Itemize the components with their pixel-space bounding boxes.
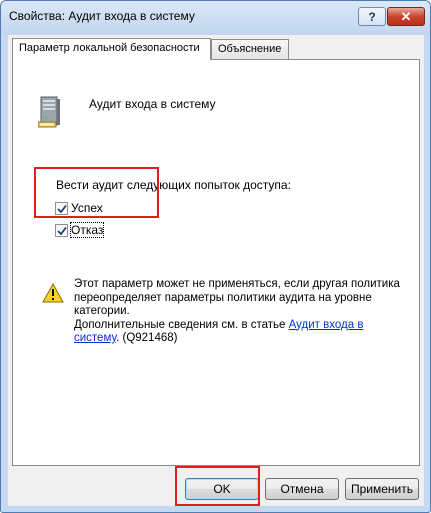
help-button[interactable]: ? xyxy=(358,7,386,26)
highlight-checkboxes xyxy=(34,167,159,218)
server-icon xyxy=(38,96,60,128)
checkmark-icon xyxy=(57,226,67,235)
kb-reference: . (Q921468) xyxy=(116,332,178,344)
policy-name: Аудит входа в систему xyxy=(89,97,216,111)
dialog-client: Параметр локальной безопасности Объяснен… xyxy=(8,35,424,506)
apply-button[interactable]: Применить xyxy=(345,478,419,500)
failure-checkbox[interactable] xyxy=(55,223,68,237)
help-icon: ? xyxy=(368,9,376,24)
failure-checkbox-row[interactable]: Отказ xyxy=(55,222,105,238)
warning-message: Этот параметр может не применяться, если… xyxy=(74,278,400,317)
tab-local-security-setting[interactable]: Параметр локальной безопасности xyxy=(12,38,211,60)
close-button[interactable]: ✕ xyxy=(387,7,425,26)
properties-dialog: Свойства: Аудит входа в систему ? ✕ Пара… xyxy=(0,0,431,513)
failure-label[interactable]: Отказ xyxy=(69,222,105,238)
cancel-button[interactable]: Отмена xyxy=(265,478,339,500)
warning-text: Этот параметр может не применяться, если… xyxy=(74,278,404,346)
close-icon: ✕ xyxy=(400,8,412,24)
tab-panel: Аудит входа в систему Вести аудит следую… xyxy=(12,59,420,466)
more-info-prefix: Дополнительные сведения см. в статье xyxy=(74,318,289,331)
title-bar[interactable]: Свойства: Аудит входа в систему ? ✕ xyxy=(1,1,430,35)
tab-explain[interactable]: Объяснение xyxy=(211,39,289,59)
highlight-ok-button xyxy=(175,466,260,506)
dialog-title: Свойства: Аудит входа в систему xyxy=(9,9,195,23)
warning-icon xyxy=(42,283,64,303)
